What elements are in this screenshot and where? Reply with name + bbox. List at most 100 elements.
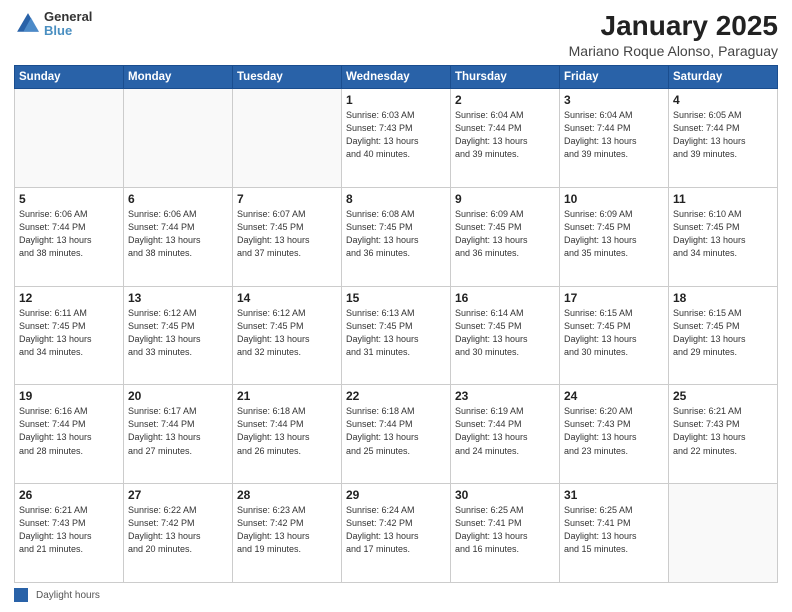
day-info: Sunrise: 6:20 AM Sunset: 7:43 PM Dayligh…	[564, 405, 664, 457]
day-number: 25	[673, 389, 773, 403]
day-info: Sunrise: 6:06 AM Sunset: 7:44 PM Dayligh…	[19, 208, 119, 260]
day-cell: 5 Sunrise: 6:06 AM Sunset: 7:44 PM Daylig…	[15, 187, 124, 286]
legend-label: Daylight hours	[36, 590, 100, 601]
day-info: Sunrise: 6:11 AM Sunset: 7:45 PM Dayligh…	[19, 307, 119, 359]
day-cell: 1 Sunrise: 6:03 AM Sunset: 7:43 PM Daylig…	[342, 89, 451, 188]
day-info: Sunrise: 6:17 AM Sunset: 7:44 PM Dayligh…	[128, 405, 228, 457]
day-number: 13	[128, 291, 228, 305]
day-number: 17	[564, 291, 664, 305]
day-info: Sunrise: 6:13 AM Sunset: 7:45 PM Dayligh…	[346, 307, 446, 359]
day-number: 24	[564, 389, 664, 403]
day-number: 18	[673, 291, 773, 305]
day-cell: 30 Sunrise: 6:25 AM Sunset: 7:41 PM Dayli…	[451, 484, 560, 583]
day-number: 1	[346, 93, 446, 107]
month-title: January 2025	[569, 10, 778, 42]
day-info: Sunrise: 6:25 AM Sunset: 7:41 PM Dayligh…	[455, 504, 555, 556]
day-info: Sunrise: 6:15 AM Sunset: 7:45 PM Dayligh…	[673, 307, 773, 359]
day-number: 23	[455, 389, 555, 403]
day-number: 11	[673, 192, 773, 206]
day-info: Sunrise: 6:14 AM Sunset: 7:45 PM Dayligh…	[455, 307, 555, 359]
day-info: Sunrise: 6:09 AM Sunset: 7:45 PM Dayligh…	[564, 208, 664, 260]
col-header-sunday: Sunday	[15, 66, 124, 89]
day-number: 12	[19, 291, 119, 305]
col-header-thursday: Thursday	[451, 66, 560, 89]
day-cell: 18 Sunrise: 6:15 AM Sunset: 7:45 PM Dayli…	[669, 286, 778, 385]
day-number: 5	[19, 192, 119, 206]
day-number: 21	[237, 389, 337, 403]
col-header-monday: Monday	[124, 66, 233, 89]
day-cell: 29 Sunrise: 6:24 AM Sunset: 7:42 PM Dayli…	[342, 484, 451, 583]
day-info: Sunrise: 6:25 AM Sunset: 7:41 PM Dayligh…	[564, 504, 664, 556]
day-info: Sunrise: 6:23 AM Sunset: 7:42 PM Dayligh…	[237, 504, 337, 556]
day-number: 3	[564, 93, 664, 107]
week-row-5: 26 Sunrise: 6:21 AM Sunset: 7:43 PM Dayli…	[15, 484, 778, 583]
day-cell	[233, 89, 342, 188]
logo-line1: General	[44, 10, 92, 24]
legend-color-box	[14, 588, 28, 602]
day-info: Sunrise: 6:10 AM Sunset: 7:45 PM Dayligh…	[673, 208, 773, 260]
day-info: Sunrise: 6:18 AM Sunset: 7:44 PM Dayligh…	[346, 405, 446, 457]
header: General Blue January 2025 Mariano Roque …	[14, 10, 778, 59]
week-row-2: 5 Sunrise: 6:06 AM Sunset: 7:44 PM Daylig…	[15, 187, 778, 286]
day-cell: 28Sunrise: 6:23 AM Sunset: 7:42 PM Dayli…	[233, 484, 342, 583]
day-number: 2	[455, 93, 555, 107]
day-number: 30	[455, 488, 555, 502]
week-row-3: 12 Sunrise: 6:11 AM Sunset: 7:45 PM Dayli…	[15, 286, 778, 385]
logo: General Blue	[14, 10, 92, 39]
day-info: Sunrise: 6:22 AM Sunset: 7:42 PM Dayligh…	[128, 504, 228, 556]
logo-text: General Blue	[44, 10, 92, 39]
day-cell: 31 Sunrise: 6:25 AM Sunset: 7:41 PM Dayli…	[560, 484, 669, 583]
day-number: 29	[346, 488, 446, 502]
day-info: Sunrise: 6:03 AM Sunset: 7:43 PM Dayligh…	[346, 109, 446, 161]
day-number: 10	[564, 192, 664, 206]
day-info: Sunrise: 6:07 AM Sunset: 7:45 PM Dayligh…	[237, 208, 337, 260]
day-cell: 25 Sunrise: 6:21 AM Sunset: 7:43 PM Dayli…	[669, 385, 778, 484]
day-number: 9	[455, 192, 555, 206]
day-cell: 20 Sunrise: 6:17 AM Sunset: 7:44 PM Dayli…	[124, 385, 233, 484]
legend: Daylight hours	[14, 588, 778, 602]
day-cell: 9 Sunrise: 6:09 AM Sunset: 7:45 PM Daylig…	[451, 187, 560, 286]
day-info: Sunrise: 6:06 AM Sunset: 7:44 PM Dayligh…	[128, 208, 228, 260]
header-row: SundayMondayTuesdayWednesdayThursdayFrid…	[15, 66, 778, 89]
day-info: Sunrise: 6:04 AM Sunset: 7:44 PM Dayligh…	[564, 109, 664, 161]
day-cell: 10 Sunrise: 6:09 AM Sunset: 7:45 PM Dayli…	[560, 187, 669, 286]
day-cell: 27 Sunrise: 6:22 AM Sunset: 7:42 PM Dayli…	[124, 484, 233, 583]
day-info: Sunrise: 6:12 AM Sunset: 7:45 PM Dayligh…	[237, 307, 337, 359]
day-info: Sunrise: 6:24 AM Sunset: 7:42 PM Dayligh…	[346, 504, 446, 556]
day-number: 14	[237, 291, 337, 305]
day-number: 20	[128, 389, 228, 403]
day-info: Sunrise: 6:15 AM Sunset: 7:45 PM Dayligh…	[564, 307, 664, 359]
day-info: Sunrise: 6:08 AM Sunset: 7:45 PM Dayligh…	[346, 208, 446, 260]
day-number: 6	[128, 192, 228, 206]
col-header-friday: Friday	[560, 66, 669, 89]
day-number: 31	[564, 488, 664, 502]
day-number: 26	[19, 488, 119, 502]
day-cell: 26 Sunrise: 6:21 AM Sunset: 7:43 PM Dayli…	[15, 484, 124, 583]
day-cell: 12 Sunrise: 6:11 AM Sunset: 7:45 PM Dayli…	[15, 286, 124, 385]
day-cell: 24 Sunrise: 6:20 AM Sunset: 7:43 PM Dayli…	[560, 385, 669, 484]
title-area: January 2025 Mariano Roque Alonso, Parag…	[569, 10, 778, 59]
day-cell: 15Sunrise: 6:13 AM Sunset: 7:45 PM Dayli…	[342, 286, 451, 385]
day-cell: 7 Sunrise: 6:07 AM Sunset: 7:45 PM Daylig…	[233, 187, 342, 286]
day-info: Sunrise: 6:05 AM Sunset: 7:44 PM Dayligh…	[673, 109, 773, 161]
day-info: Sunrise: 6:18 AM Sunset: 7:44 PM Dayligh…	[237, 405, 337, 457]
day-number: 27	[128, 488, 228, 502]
col-header-saturday: Saturday	[669, 66, 778, 89]
logo-icon	[14, 10, 42, 38]
day-info: Sunrise: 6:12 AM Sunset: 7:45 PM Dayligh…	[128, 307, 228, 359]
col-header-wednesday: Wednesday	[342, 66, 451, 89]
day-cell: 23Sunrise: 6:19 AM Sunset: 7:44 PM Dayli…	[451, 385, 560, 484]
day-number: 7	[237, 192, 337, 206]
day-cell	[669, 484, 778, 583]
day-number: 4	[673, 93, 773, 107]
day-info: Sunrise: 6:09 AM Sunset: 7:45 PM Dayligh…	[455, 208, 555, 260]
day-cell: 17 Sunrise: 6:15 AM Sunset: 7:45 PM Dayli…	[560, 286, 669, 385]
logo-line2: Blue	[44, 24, 92, 38]
day-info: Sunrise: 6:21 AM Sunset: 7:43 PM Dayligh…	[19, 504, 119, 556]
day-info: Sunrise: 6:21 AM Sunset: 7:43 PM Dayligh…	[673, 405, 773, 457]
day-info: Sunrise: 6:16 AM Sunset: 7:44 PM Dayligh…	[19, 405, 119, 457]
day-cell: 14 Sunrise: 6:12 AM Sunset: 7:45 PM Dayli…	[233, 286, 342, 385]
day-info: Sunrise: 6:04 AM Sunset: 7:44 PM Dayligh…	[455, 109, 555, 161]
day-cell: 8Sunrise: 6:08 AM Sunset: 7:45 PM Daylig…	[342, 187, 451, 286]
week-row-1: 1 Sunrise: 6:03 AM Sunset: 7:43 PM Daylig…	[15, 89, 778, 188]
